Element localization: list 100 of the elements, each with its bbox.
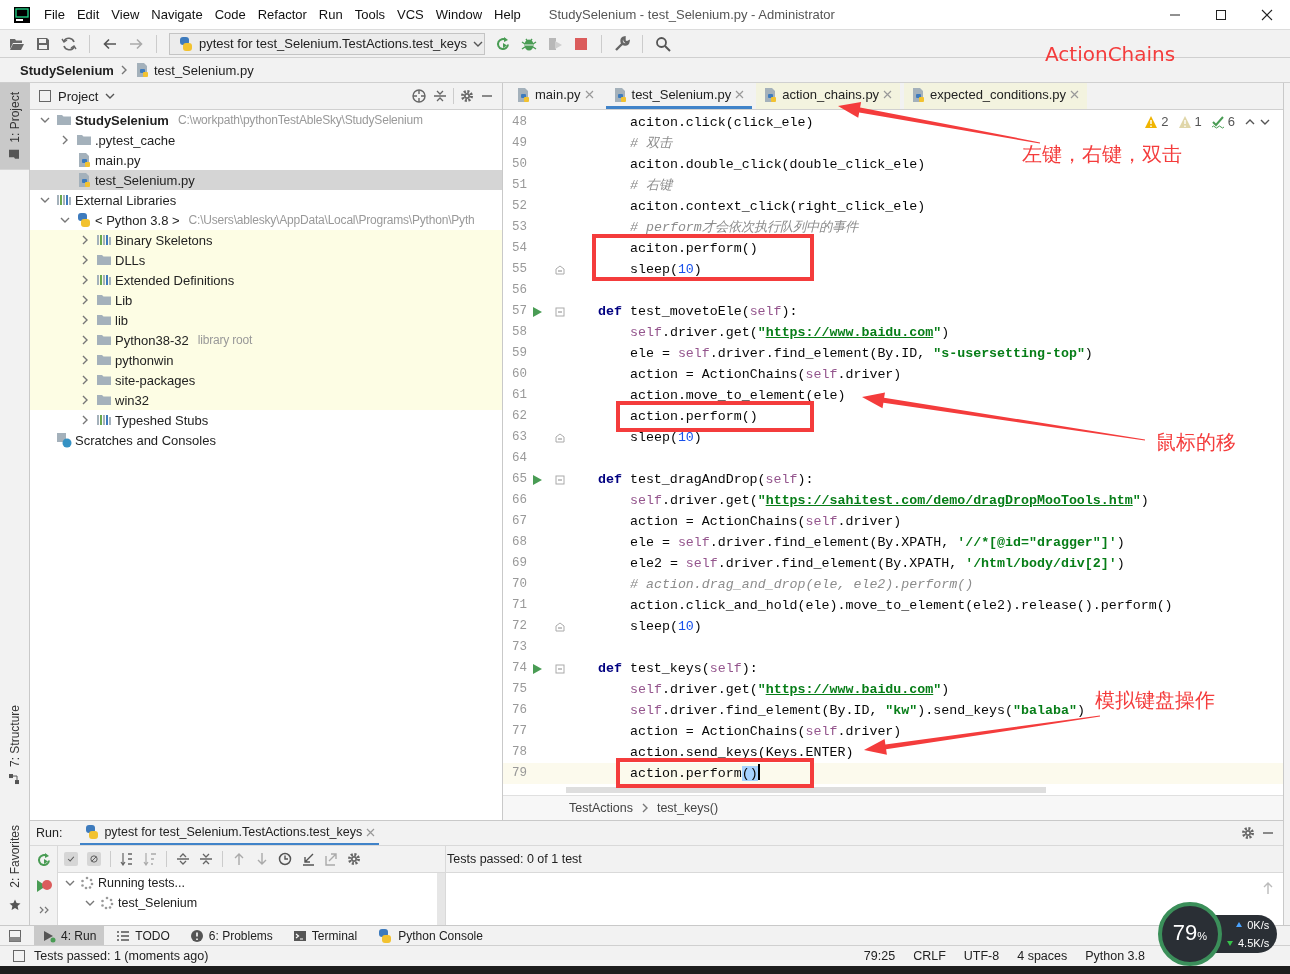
menu-item[interactable]: Edit: [70, 7, 106, 22]
tree-item[interactable]: lib: [30, 310, 502, 330]
tree-item[interactable]: Binary Skeletons: [30, 230, 502, 250]
code-line: action.perform(): [630, 408, 758, 426]
menu-item[interactable]: Code: [208, 7, 252, 22]
run-icon[interactable]: [531, 305, 543, 318]
menu-item[interactable]: Refactor: [251, 7, 313, 22]
tree-item[interactable]: Python38-32 library root: [30, 330, 502, 350]
breadcrumb[interactable]: TestActions: [569, 801, 633, 815]
side-tab[interactable]: 2: Favorites: [0, 816, 29, 897]
rerun-failed-icon[interactable]: [35, 878, 52, 894]
tree-item[interactable]: < Python 3.8 > C:\Users\ablesky\AppData\Local\Programs\Python\Pyth: [30, 210, 502, 230]
tool-window-tab[interactable]: Terminal: [284, 926, 366, 945]
run-icon[interactable]: [531, 473, 543, 486]
close-icon[interactable]: [1261, 8, 1273, 21]
status-item[interactable]: 79:25: [858, 949, 901, 963]
folder-icon: [96, 332, 112, 348]
code-line: def test_keys(self):: [598, 660, 758, 678]
run-icon[interactable]: [531, 662, 543, 675]
rerun-icon[interactable]: [495, 35, 511, 52]
editor-tab[interactable]: test_Selenium.py: [605, 83, 753, 109]
line-number: 74: [511, 660, 527, 677]
sort-alphabetically-icon[interactable]: [120, 852, 134, 866]
tree-item[interactable]: DLLs: [30, 250, 502, 270]
code-line: aciton.double_click(double_click_ele): [630, 156, 926, 174]
status-item[interactable]: CRLF: [908, 949, 951, 963]
breadcrumb[interactable]: test_keys(): [656, 801, 719, 815]
rerun-icon[interactable]: [35, 852, 52, 868]
sync-icon[interactable]: [61, 35, 77, 52]
menu-item[interactable]: Run: [312, 7, 349, 22]
tree-item[interactable]: test_Selenium.py: [30, 170, 502, 190]
line-number: 69: [511, 555, 527, 572]
tool-window-tab[interactable]: 6: Problems: [181, 926, 281, 945]
test-tree-item[interactable]: test_Selenium: [58, 893, 437, 913]
status-item[interactable]: 4 spaces: [1012, 949, 1073, 963]
status-item[interactable]: UTF-8: [958, 949, 1005, 963]
show-ignored-icon[interactable]: [87, 852, 101, 866]
side-tab[interactable]: 7: Structure: [0, 696, 29, 795]
settings-icon[interactable]: [1241, 826, 1255, 840]
menu-item[interactable]: Window: [429, 7, 489, 22]
tree-item[interactable]: Extended Definitions: [30, 270, 502, 290]
line-number: 49: [511, 135, 527, 152]
tree-item[interactable]: site-packages: [30, 370, 502, 390]
tree-item[interactable]: StudySelenium C:\workpath\pythonTestAbleSky\StudySelenium: [30, 110, 502, 130]
project-view-dropdown[interactable]: Project: [58, 88, 117, 104]
tree-item[interactable]: External Libraries: [30, 190, 502, 210]
expand-all-icon[interactable]: [176, 852, 190, 866]
wrench-icon[interactable]: [614, 35, 630, 52]
tool-window-toggle-icon[interactable]: [8, 928, 22, 943]
test-tree-item[interactable]: Running tests...: [58, 873, 437, 893]
tree-item[interactable]: Lib: [30, 290, 502, 310]
path-hint: C:\workpath\pythonTestAbleSky\StudySelenium: [177, 113, 423, 127]
more-icon[interactable]: [37, 904, 50, 916]
collapse-all-icon[interactable]: [199, 852, 213, 866]
breadcrumb[interactable]: StudySelenium: [20, 62, 114, 78]
menu-item[interactable]: Help: [488, 7, 527, 22]
line-number: 72: [511, 618, 527, 635]
editor-tab[interactable]: expected_conditions.py: [904, 83, 1087, 109]
tree-item[interactable]: win32: [30, 390, 502, 410]
panel-toggle-icon[interactable]: [12, 949, 26, 963]
search-icon[interactable]: [655, 35, 671, 52]
tool-window-tab[interactable]: 4: Run: [34, 926, 105, 945]
menu-item[interactable]: View: [105, 7, 146, 22]
line-number: 60: [511, 366, 527, 383]
menu-item[interactable]: Navigate: [145, 7, 209, 22]
collapse-all-icon[interactable]: [433, 89, 447, 103]
import-icon[interactable]: [301, 852, 315, 866]
line-number: 56: [511, 282, 527, 299]
stop-icon[interactable]: [573, 35, 589, 52]
tree-item[interactable]: pythonwin: [30, 350, 502, 370]
tool-window-tab[interactable]: Python Console: [369, 926, 491, 945]
show-passed-icon[interactable]: [64, 852, 78, 866]
menu-item[interactable]: VCS: [391, 7, 430, 22]
breadcrumb[interactable]: test_Selenium.py: [153, 62, 254, 78]
status-item[interactable]: Python 3.8: [1080, 949, 1150, 963]
editor-tab[interactable]: action_chains.py: [756, 83, 901, 109]
run-tab[interactable]: pytest for test_Selenium.TestActions.test_keys: [80, 821, 380, 845]
problems-icon: [189, 928, 204, 943]
spinner-icon: [80, 876, 94, 890]
menu-item[interactable]: File: [38, 7, 71, 22]
locate-icon[interactable]: [411, 88, 427, 104]
line-number: 71: [511, 597, 527, 614]
star-icon[interactable]: [8, 899, 21, 911]
settings-icon[interactable]: [347, 852, 361, 866]
history-icon[interactable]: [278, 852, 292, 866]
python-file-icon: [76, 172, 92, 188]
tree-item[interactable]: .pytest_cache: [30, 130, 502, 150]
tool-window-tab[interactable]: TODO: [108, 926, 178, 945]
side-tab[interactable]: 1: Project: [0, 83, 29, 170]
maximize-icon[interactable]: [1215, 8, 1227, 21]
save-icon[interactable]: [35, 35, 51, 52]
run-configuration-dropdown[interactable]: pytest for test_Selenium.TestActions.test_keys: [169, 32, 485, 55]
menu-item[interactable]: Tools: [348, 7, 392, 22]
settings-icon[interactable]: [460, 89, 474, 103]
editor-tab[interactable]: main.py: [509, 83, 602, 109]
line-number: 61: [511, 387, 527, 404]
tree-item[interactable]: Typeshed Stubs: [30, 410, 502, 430]
status-message: Tests passed: 1 (moments ago): [34, 949, 209, 963]
tree-item[interactable]: Scratches and Consoles: [30, 430, 502, 450]
tree-item[interactable]: main.py: [30, 150, 502, 170]
